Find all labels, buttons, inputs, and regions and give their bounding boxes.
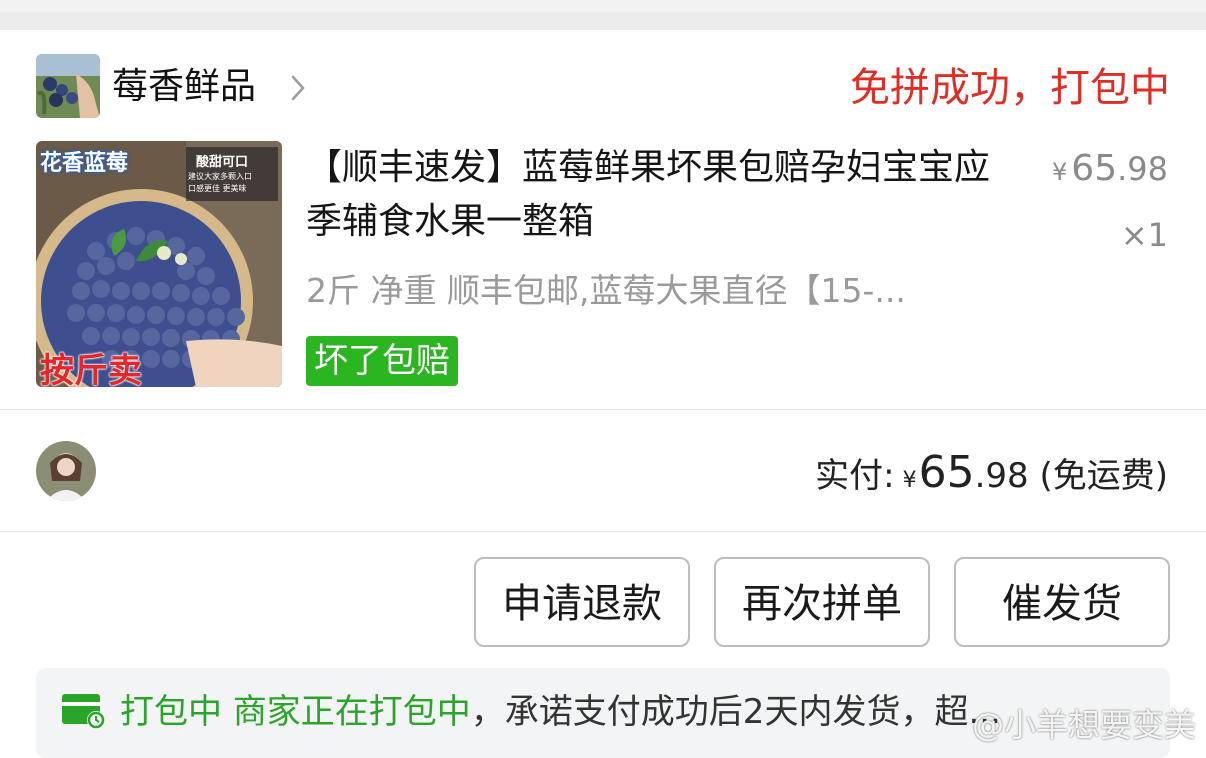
- image-caption-top-right: 酸甜可口: [196, 155, 249, 170]
- order-status: 免拼成功，打包中: [850, 65, 1170, 111]
- image-caption-line3: 口感更佳 更美味: [188, 184, 247, 193]
- reorder-button[interactable]: 再次拼单: [714, 557, 930, 647]
- price-decimal: .98: [1117, 150, 1168, 188]
- price-currency: ¥: [1052, 158, 1068, 186]
- image-caption-bottom-left: 按斤卖: [40, 351, 142, 387]
- product-image[interactable]: 花香蓝莓 酸甜可口 建议大家多颗入口 口感更佳 更美味 按斤卖: [36, 141, 282, 387]
- paid-decimal: .98: [974, 456, 1029, 496]
- divider: [0, 531, 1206, 532]
- watermark: @小羊想要变美: [971, 706, 1196, 744]
- top-separator: [0, 0, 1206, 30]
- guarantee-tag: 坏了包赔: [306, 336, 458, 386]
- notice-text: 打包中 商家正在打包中，承诺支付成功后2天内发货，超...: [120, 688, 1001, 736]
- notice-highlight: 商家正在打包中: [232, 692, 471, 732]
- shipping-note: (免运费): [1039, 456, 1168, 496]
- product-price: ¥65.98: [1052, 148, 1168, 189]
- notice-status: 打包中: [120, 692, 222, 732]
- paid-label: 实付:: [815, 456, 895, 496]
- amount-paid: 实付: ¥65.98 (免运费): [815, 450, 1168, 504]
- divider: [0, 409, 1206, 410]
- shop-name[interactable]: 莓香鲜品: [112, 62, 256, 112]
- notice-detail: ，承诺支付成功后2天内发货，超...: [470, 692, 1001, 732]
- product-quantity: ×1: [1120, 216, 1168, 254]
- price-int: 65: [1071, 148, 1118, 189]
- product-spec: 2斤 净重 顺丰包邮,蓝莓大果直径【15-...: [306, 271, 906, 310]
- shop-avatar[interactable]: [36, 54, 100, 118]
- package-clock-icon: [62, 694, 105, 729]
- chevron-right-icon[interactable]: [290, 74, 306, 102]
- urge-shipping-button[interactable]: 催发货: [954, 557, 1170, 647]
- product-title[interactable]: 【顺丰速发】蓝莓鲜果坏果包赔孕妇宝宝应季辅食水果一整箱: [306, 141, 996, 249]
- image-caption-top-left: 花香蓝莓: [40, 151, 129, 176]
- image-caption-line2: 建议大家多颗入口: [188, 172, 252, 181]
- buyer-avatar[interactable]: [36, 441, 96, 501]
- refund-button[interactable]: 申请退款: [474, 557, 690, 647]
- paid-currency: ¥: [902, 468, 917, 493]
- paid-int: 65: [918, 447, 975, 498]
